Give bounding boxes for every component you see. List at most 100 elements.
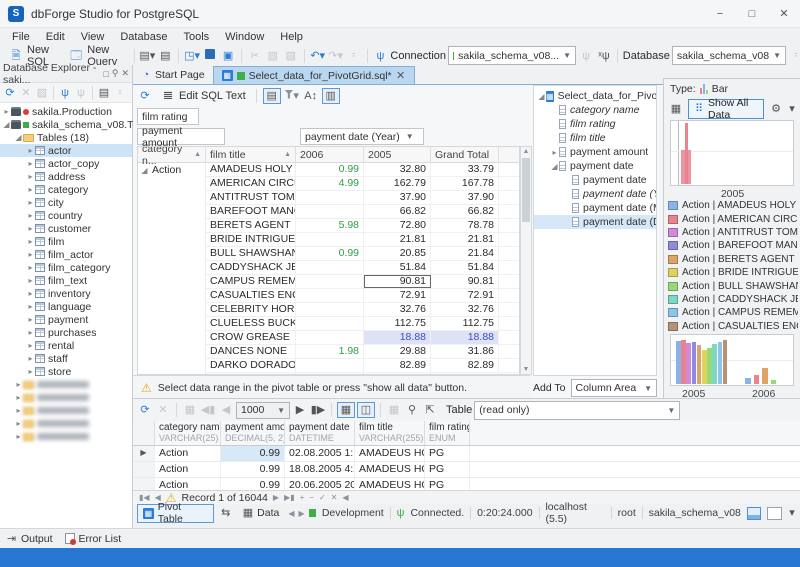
pivot-film-cell[interactable]: BAREFOOT MANCHURIAN [206,205,296,218]
pivot-2006-cell[interactable]: 1.98 [296,345,364,358]
pivot-film-cell[interactable]: CELEBRITY HORN [206,303,296,316]
expand-icon[interactable]: ▸ [14,380,23,389]
field-list-item[interactable]: ◢▦Select_data_for_PivotGrid [534,89,656,103]
pivot-total-cell[interactable]: 21.81 [431,233,499,246]
column-header-payment-amount[interactable]: payment amountDECIMAL(5, 2) [221,421,285,445]
pin-icon[interactable]: ⚲ [112,68,119,79]
layout-float-icon[interactable] [767,507,782,520]
tree-item-blurred[interactable]: ▸ [0,404,132,417]
pivot-total-cell[interactable]: 18.88 [431,331,499,344]
close-tab-icon[interactable]: ✕ [396,69,406,83]
append-record-icon[interactable]: + [300,493,305,502]
chevron-down-icon[interactable]: ▾ [788,102,796,116]
new-document-icon[interactable]: ▤▾ [139,49,155,63]
goto-icon[interactable]: ⇱ [422,403,438,417]
data-cell[interactable]: Action [155,446,221,461]
pivot-2005-cell[interactable]: 162.79 [364,177,431,190]
legend-item[interactable]: Action | BRIDE INTRIGUE : 21.81 [668,266,798,279]
close-button[interactable]: ✕ [768,0,800,28]
script-icon[interactable]: ▤ [96,86,112,100]
toolbar-overflow-icon[interactable]: ⹀ [346,49,362,63]
page-size-select[interactable]: 1000 ▼ [236,402,290,419]
expand-icon[interactable]: ▸ [26,172,35,181]
show-all-data-button[interactable]: ⠿ Show All Data [688,99,764,119]
next-record-icon[interactable]: ▶ [273,493,279,502]
table-mode-select[interactable]: (read only) ▼ [474,401,680,420]
grid-view-icon[interactable]: ▦ [337,402,355,418]
tree-item-table-store[interactable]: ▸store [0,365,132,378]
maximize-button[interactable]: □ [736,0,768,28]
pivot-2005-cell[interactable]: 112.75 [364,317,431,330]
tree-item-test-connection[interactable]: ◢sakila_schema_v08.Test [0,118,132,131]
tree-item-table-film_actor[interactable]: ▸film_actor [0,248,132,261]
redo-icon[interactable]: ↷▾ [328,49,344,63]
tree-item-table-category[interactable]: ▸category [0,183,132,196]
prev-page-icon[interactable]: ◀ [218,403,234,417]
first-record-icon[interactable]: ▮◀ [139,493,150,502]
tab-start-page[interactable]: ◔ Start Page [133,66,213,84]
expand-icon[interactable]: ▸ [26,250,35,259]
pivot-2006-cell[interactable]: 0.99 [296,163,364,176]
tree-item-table-city[interactable]: ▸city [0,196,132,209]
collapse-icon[interactable]: ◢ [14,133,23,142]
tree-item-table-address[interactable]: ▸address [0,170,132,183]
pivot-film-cell[interactable]: CAMPUS REMEMBER [206,275,296,288]
refresh-icon[interactable]: ⟳ [137,89,153,103]
connection-select[interactable]: sakila_schema_v08... ▼ [448,46,576,65]
pivot-2006-cell[interactable] [296,205,364,218]
collapse-icon[interactable]: ◢ [2,120,11,129]
delete-icon[interactable]: ✕ [18,86,34,100]
tree-item-production[interactable]: ▸sakila.Production [0,105,132,118]
pivot-2006-cell[interactable] [296,261,364,274]
refresh-icon[interactable]: ⟳ [137,403,153,417]
pivot-total-cell[interactable]: 33.79 [431,163,499,176]
save-all-icon[interactable]: ▣ [220,49,236,63]
cut-icon[interactable]: ✂ [247,49,263,63]
expand-icon[interactable]: ▸ [26,211,35,220]
pivot-2006-cell[interactable] [296,191,364,204]
data-cell[interactable]: 0.99 [221,478,285,490]
output-tab[interactable]: ⇥ Output [6,532,53,546]
paste-icon[interactable]: ▧ [283,49,299,63]
chevron-down-icon[interactable]: ▾ [788,506,796,520]
data-cell[interactable]: PG [425,446,470,461]
column-header-film-rating[interactable]: film ratingENUM [425,421,470,445]
export-chart-icon[interactable]: ▦ [668,102,684,116]
pivot-col-grand-total[interactable]: Grand Total [431,147,499,162]
pivot-total-cell[interactable]: 112.75 [431,317,499,330]
pivot-total-cell[interactable]: 21.84 [431,247,499,260]
legend-item[interactable]: Action | BERETS AGENT : 72.8 [668,253,798,266]
pivot-film-cell[interactable]: CASUALTIES ENCINO [206,289,296,302]
area-select[interactable]: Column Area ▼ [571,379,658,397]
tree-item-table-actor[interactable]: ▸actor [0,144,132,157]
field-list-item[interactable]: film title [534,131,656,145]
field-list-item[interactable]: film rating [534,117,656,131]
pivot-2005-cell[interactable]: 72.91 [364,289,431,302]
disconnect-icon[interactable]: ˣψ [596,49,612,63]
pivot-film-cell[interactable]: CADDYSHACK JEDI [206,261,296,274]
tree-item-table-film[interactable]: ▸film [0,235,132,248]
pivot-2006-cell[interactable] [296,289,364,302]
data-view-tab[interactable]: ▦ Data [238,505,285,522]
expand-icon[interactable]: ▸ [26,146,35,155]
layout-bottom-icon[interactable] [747,507,762,520]
paging-icon[interactable]: ▦ [182,403,198,417]
edit-sql-text-button[interactable]: 𝌆 Edit SQL Text [156,88,250,104]
tree-item-table-staff[interactable]: ▸staff [0,352,132,365]
last-page-icon[interactable]: ▮▶ [310,403,326,417]
column-area-field[interactable]: payment date (Year) ▼ [300,128,424,145]
pivot-film-cell[interactable]: ANTITRUST TOMATOES [206,191,296,204]
menu-tools[interactable]: Tools [175,29,217,45]
pivot-2006-cell[interactable] [296,275,364,288]
legend-item[interactable]: Action | CAMPUS REMEMBER : 90 [668,306,798,319]
tree-item-table-payment[interactable]: ▸payment [0,313,132,326]
connect-icon[interactable]: ψ [73,86,89,100]
data-cell[interactable]: PG [425,462,470,477]
tab-pivotgrid-sql[interactable]: ▦ Select_data_for_PivotGrid.sql* ✕ [213,66,415,84]
pivot-col-2005[interactable]: 2005 [364,147,431,162]
expand-icon[interactable]: ▸ [26,224,35,233]
legend-item[interactable]: Action | AMADEUS HOLY : 32.8 [668,199,798,212]
pivot-2005-cell[interactable]: 32.76 [364,303,431,316]
close-icon[interactable]: ✕ [121,68,129,79]
tree-item-table-customer[interactable]: ▸customer [0,222,132,235]
